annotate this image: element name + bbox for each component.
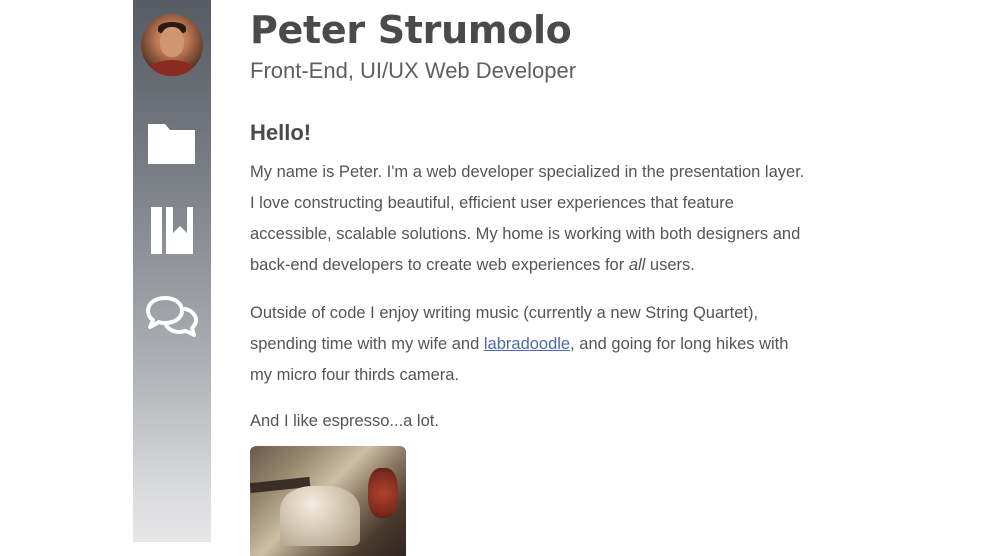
page-title: Peter Strumolo (250, 8, 572, 52)
sidebar-item-bookmarks[interactable] (145, 203, 199, 257)
hobbies-paragraph: Outside of code I enjoy writing music (c… (250, 298, 805, 391)
intro-emphasis: all (628, 256, 646, 274)
intro-paragraph: My name is Peter. I'm a web developer sp… (250, 157, 805, 281)
intro-text-end: users. (645, 256, 695, 274)
sidebar (133, 0, 211, 542)
chat-icon (146, 296, 198, 337)
machine-chrome (280, 486, 360, 546)
machine-red-accent (368, 468, 398, 518)
avatar[interactable] (141, 14, 203, 76)
labradoodle-link[interactable]: labradoodle (484, 335, 570, 353)
avatar-shirt (149, 60, 195, 76)
folder-icon (148, 124, 195, 164)
greeting-heading: Hello! (250, 120, 312, 145)
sidebar-item-portfolio[interactable] (145, 116, 199, 170)
espresso-paragraph: And I like espresso...a lot. (250, 412, 439, 430)
espresso-machine-photo (250, 446, 406, 556)
bookmark-icon (151, 207, 193, 254)
job-title: Front-End, UI/UX Web Developer (250, 58, 577, 83)
sidebar-item-contact[interactable] (145, 290, 199, 344)
intro-text: My name is Peter. I'm a web developer sp… (250, 163, 805, 274)
avatar-face (160, 27, 184, 57)
